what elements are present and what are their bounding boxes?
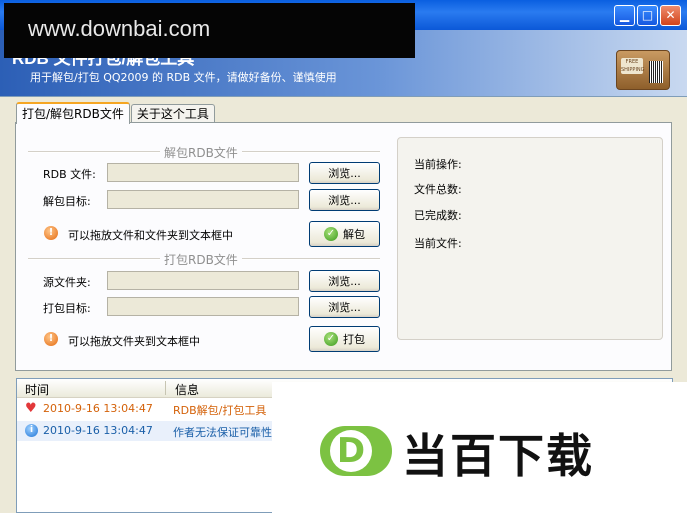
rdb-file-input[interactable] <box>107 163 299 182</box>
app-window: ▁ □ ✕ www.downbai.com RDB 文件打包/解包工具 用于解包… <box>0 0 687 513</box>
browse-pack-target-button[interactable]: 浏览... <box>309 296 380 318</box>
info-icon: ! <box>44 226 58 240</box>
current-operation-label: 当前操作: <box>414 158 462 171</box>
logo-label: FREE SHIPPING <box>621 58 645 74</box>
unpack-section-title: 解包RDB文件 <box>160 144 242 161</box>
unpack-target-input[interactable] <box>107 190 299 209</box>
log-message: 作者无法保证可靠性 <box>173 426 272 439</box>
checkmark-icon: ✓ <box>324 332 338 346</box>
current-file-label: 当前文件: <box>414 237 462 250</box>
info-icon: i <box>25 424 38 437</box>
watermark-overlay: www.downbai.com <box>4 3 415 58</box>
rdb-file-label: RDB 文件: <box>43 168 96 181</box>
banner-subtitle: 用于解包/打包 QQ2009 的 RDB 文件，请做好备份、谨慎使用 <box>30 71 337 84</box>
close-button[interactable]: ✕ <box>660 5 681 26</box>
browse-unpack-target-button[interactable]: 浏览... <box>309 189 380 211</box>
logo-letter: D <box>330 430 372 472</box>
column-message[interactable]: 信息 <box>175 381 199 398</box>
column-divider[interactable] <box>165 381 166 395</box>
maximize-button[interactable]: □ <box>637 5 658 26</box>
heart-icon: ♥ <box>25 401 37 416</box>
done-count-label: 已完成数: <box>414 209 462 222</box>
source-folder-input[interactable] <box>107 271 299 290</box>
pack-hint: 可以拖放文件夹到文本框中 <box>68 335 200 348</box>
status-panel: 当前操作: 文件总数: 已完成数: 当前文件: <box>397 137 663 340</box>
unpack-button[interactable]: ✓ 解包 <box>309 221 380 247</box>
unpack-target-label: 解包目标: <box>43 195 91 208</box>
info-icon: ! <box>44 332 58 346</box>
log-time: 2010-9-16 13:04:47 <box>43 402 153 415</box>
unpack-hint: 可以拖放文件和文件夹到文本框中 <box>68 229 233 242</box>
log-message: RDB解包/打包工具 <box>173 404 267 417</box>
tab-pack-unpack[interactable]: 打包/解包RDB文件 <box>16 102 130 124</box>
pack-target-input[interactable] <box>107 297 299 316</box>
column-time[interactable]: 时间 <box>25 381 49 398</box>
log-time: 2010-9-16 13:04:47 <box>43 424 153 437</box>
file-count-label: 文件总数: <box>414 183 462 196</box>
source-folder-label: 源文件夹: <box>43 276 91 289</box>
browse-rdb-button[interactable]: 浏览... <box>309 162 380 184</box>
package-box-icon: FREE SHIPPING <box>616 50 670 90</box>
site-name: 当百下载 <box>402 429 594 483</box>
pack-target-label: 打包目标: <box>43 302 91 315</box>
watermark-text: www.downbai.com <box>28 16 211 41</box>
unpack-button-label: 解包 <box>343 228 365 241</box>
download-site-logo-overlay: D 当百下载 <box>272 382 687 513</box>
tab-about[interactable]: 关于这个工具 <box>130 104 215 123</box>
tab-strip: 打包/解包RDB文件 关于这个工具 <box>16 102 216 124</box>
barcode-icon <box>649 61 663 83</box>
pack-button[interactable]: ✓ 打包 <box>309 326 380 352</box>
pack-button-label: 打包 <box>343 333 365 346</box>
checkmark-icon: ✓ <box>324 227 338 241</box>
browse-source-button[interactable]: 浏览... <box>309 270 380 292</box>
minimize-button[interactable]: ▁ <box>614 5 635 26</box>
d-logo-icon: D <box>320 426 392 476</box>
pack-section-title: 打包RDB文件 <box>160 251 242 268</box>
